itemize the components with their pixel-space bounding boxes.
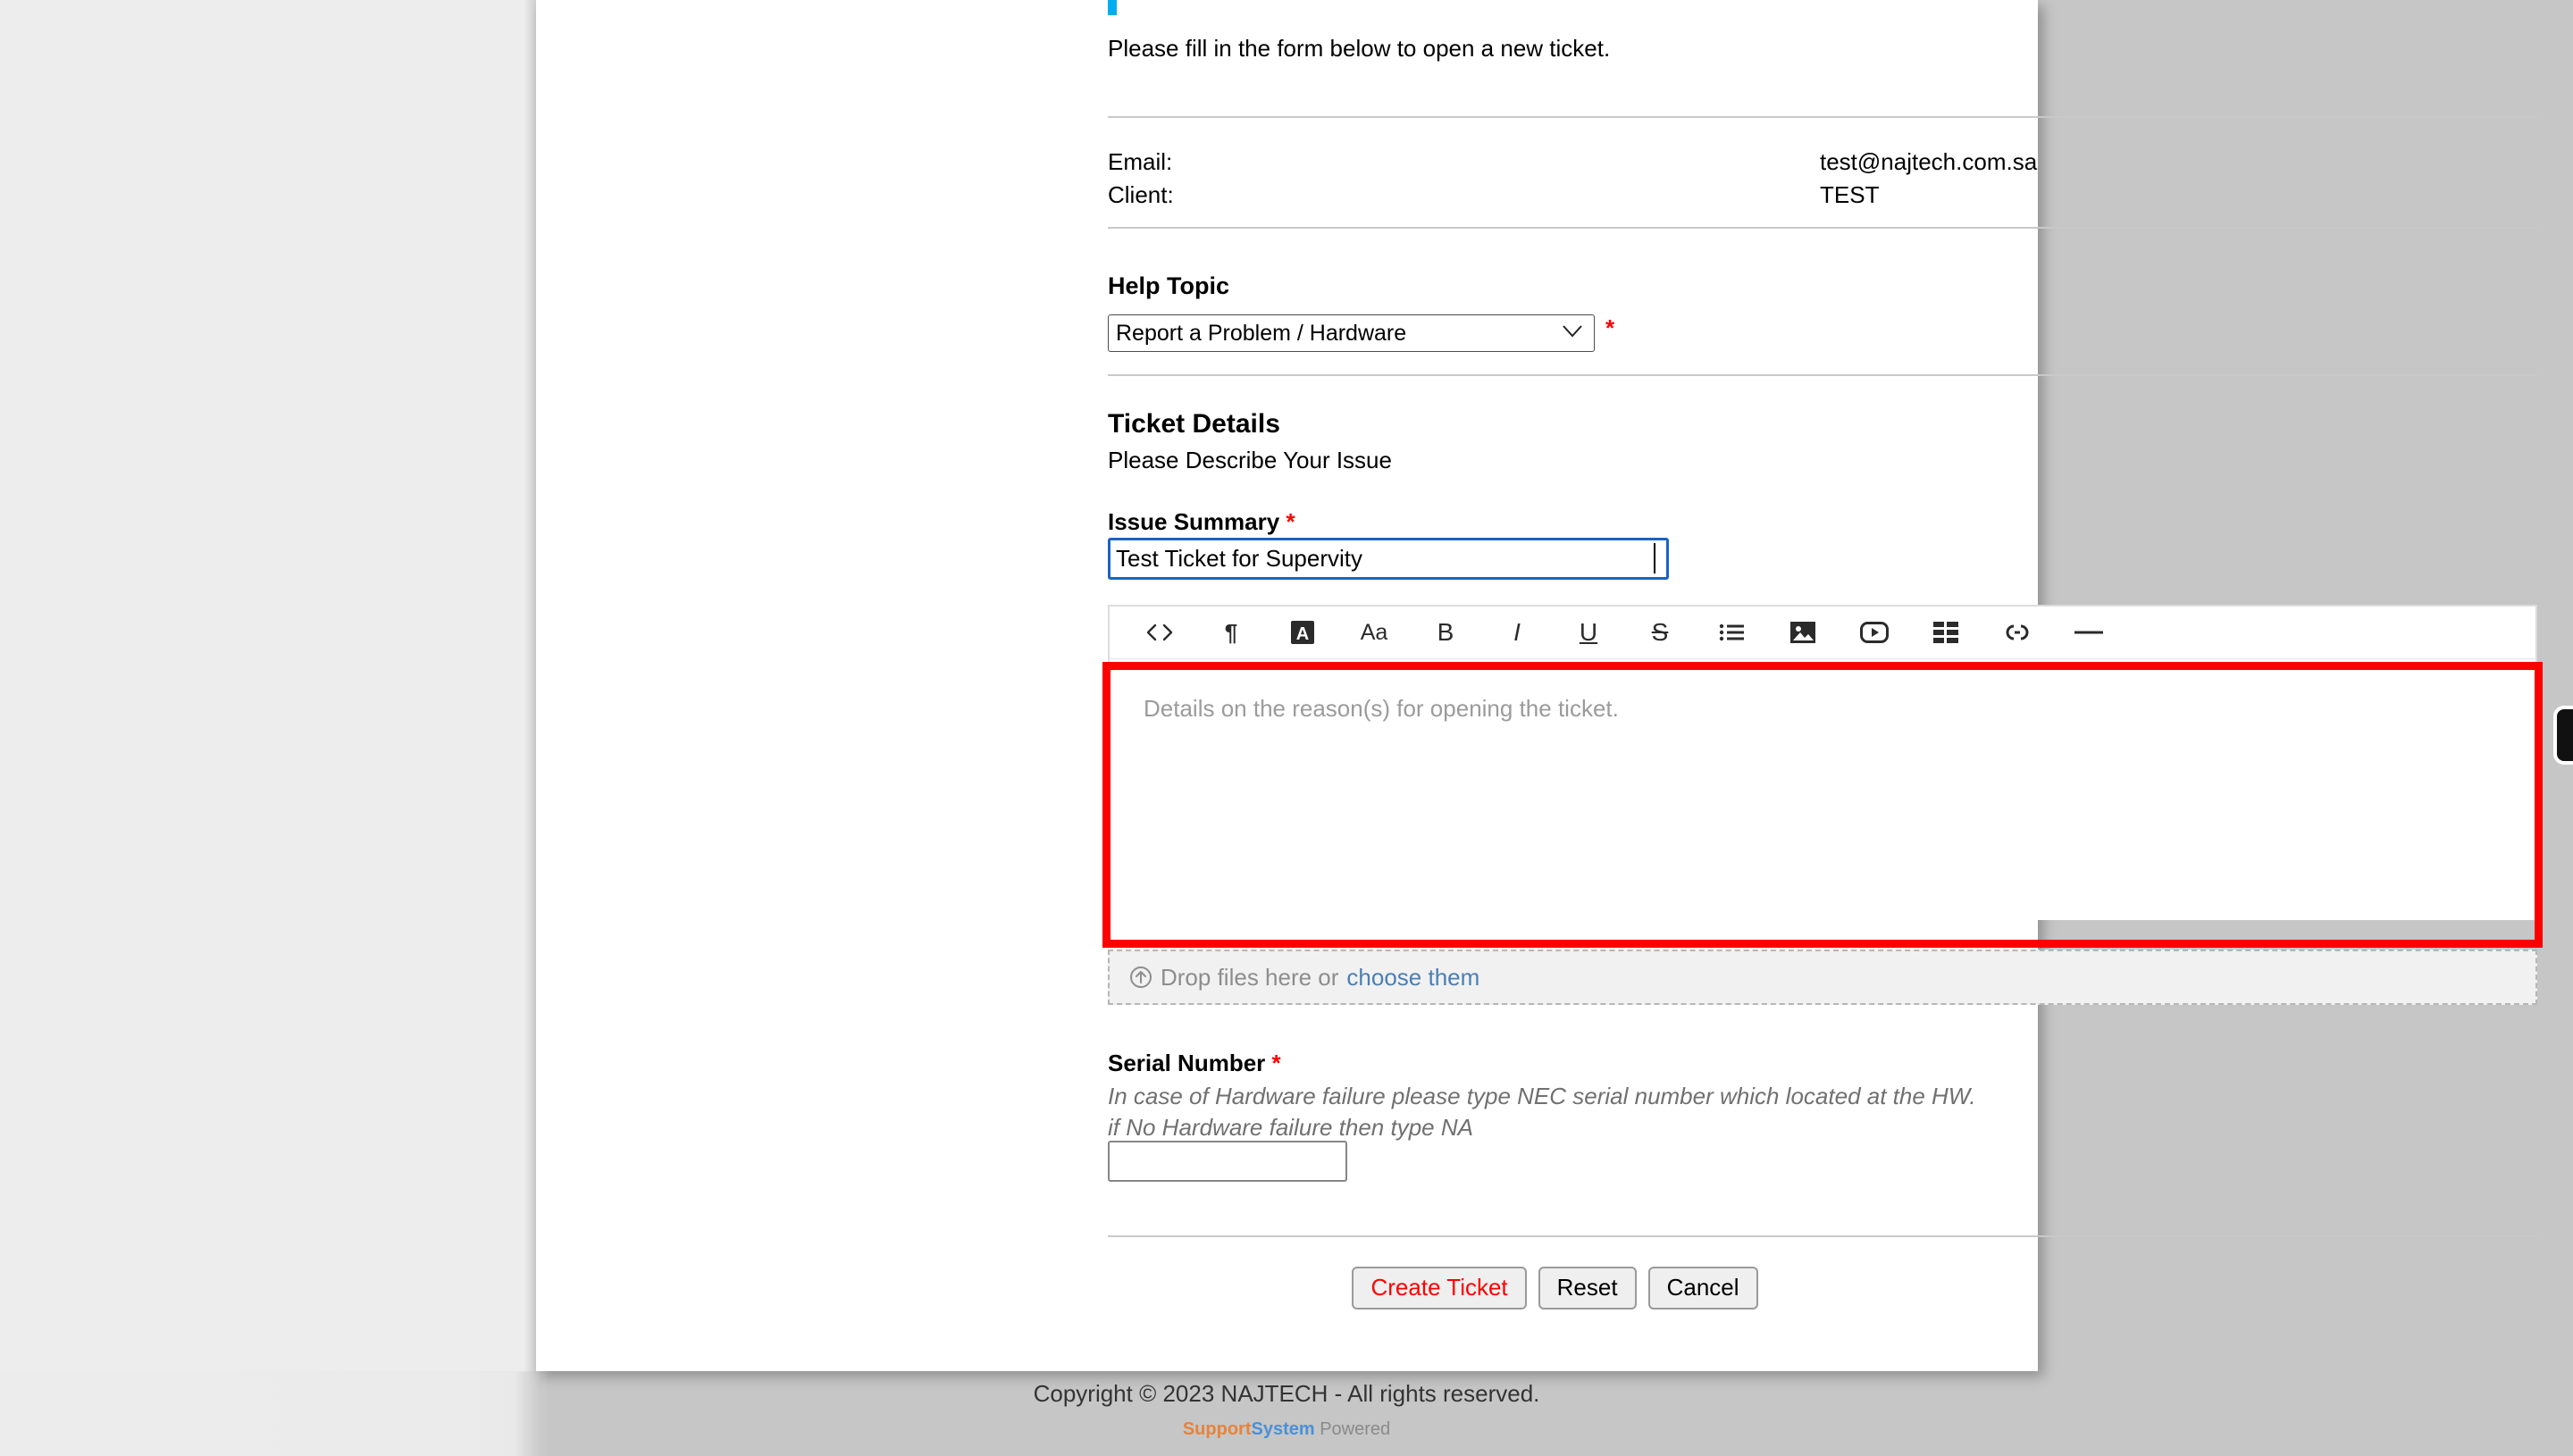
- email-label: Email:: [1108, 148, 1173, 175]
- ticket-details-subtitle: Please Describe Your Issue: [1108, 447, 1392, 473]
- rich-text-editor: ¶ A Aa B I U S Details on the reason(s) …: [1108, 605, 2537, 920]
- browser-viewport: Please fill in the form below to open a …: [0, 0, 2573, 1456]
- ticket-details-title: Ticket Details: [1108, 409, 1280, 439]
- divider-after-user-info: [1108, 227, 2537, 229]
- font-size-icon[interactable]: Aa: [1349, 612, 1399, 653]
- horizontal-rule-icon[interactable]: [2064, 612, 2114, 653]
- brand-system-text: System: [1251, 1419, 1315, 1440]
- link-icon[interactable]: [1992, 612, 2042, 653]
- powered-by-brand: SupportSystem Powered: [0, 1418, 2573, 1440]
- video-icon[interactable]: [1849, 612, 1899, 653]
- text-color-icon[interactable]: A: [1278, 612, 1328, 653]
- page-footer: Copyright © 2023 NAJTECH - All rights re…: [0, 1380, 2573, 1440]
- file-dropzone[interactable]: Drop files here or choose them: [1108, 950, 2537, 1005]
- divider-after-help-topic: [1108, 374, 2537, 376]
- paragraph-icon[interactable]: ¶: [1206, 612, 1256, 653]
- italic-icon[interactable]: I: [1492, 612, 1542, 653]
- divider-before-actions: [1108, 1235, 2537, 1237]
- serial-number-hint-line-1: In case of Hardware failure please type …: [1108, 1083, 1976, 1109]
- form-actions: Create Ticket Reset Cancel: [536, 1267, 2573, 1310]
- issue-summary-required-star: *: [1286, 508, 1295, 535]
- code-icon[interactable]: [1135, 612, 1185, 653]
- table-icon[interactable]: [1921, 612, 1971, 653]
- client-value: TEST: [1820, 181, 1880, 208]
- client-label: Client:: [1108, 181, 1174, 208]
- help-topic-select[interactable]: Report a Problem / Hardware: [1108, 314, 1595, 352]
- ticket-form-card: Please fill in the form below to open a …: [536, 0, 2543, 1371]
- create-ticket-button[interactable]: Create Ticket: [1352, 1267, 1527, 1310]
- brand-support-text: Support: [1182, 1419, 1252, 1440]
- brand-powered-text: Powered: [1320, 1419, 1391, 1440]
- help-topic-title: Help Topic: [1108, 272, 1230, 299]
- bullet-list-icon[interactable]: [1706, 612, 1756, 653]
- dropzone-text: Drop files here or: [1161, 963, 1339, 991]
- editor-placeholder-text: Details on the reason(s) for opening the…: [1144, 695, 1619, 722]
- issue-summary-label-text: Issue Summary: [1108, 508, 1280, 535]
- page-heading-fragment: [1108, 0, 1117, 15]
- issue-summary-label: Issue Summary *: [1108, 508, 1295, 536]
- upload-circle-icon: [1129, 966, 1152, 989]
- help-topic-select-wrapper[interactable]: Report a Problem / Hardware: [1108, 314, 1595, 352]
- serial-number-label-text: Serial Number: [1108, 1050, 1266, 1076]
- serial-number-input[interactable]: [1108, 1141, 1347, 1182]
- choose-files-link[interactable]: choose them: [1346, 964, 1479, 992]
- bold-icon[interactable]: B: [1421, 612, 1471, 653]
- right-edge-scroll-thumb[interactable]: [2553, 706, 2573, 765]
- email-value: test@najtech.com.sa: [1820, 148, 2038, 175]
- editor-toolbar: ¶ A Aa B I U S: [1108, 605, 2537, 659]
- strikethrough-icon[interactable]: S: [1635, 612, 1685, 653]
- svg-text:A: A: [1296, 624, 1309, 644]
- issue-summary-input[interactable]: [1108, 538, 1669, 580]
- serial-number-label: Serial Number *: [1108, 1050, 1281, 1077]
- help-topic-required-star: *: [1605, 314, 1615, 341]
- reset-button[interactable]: Reset: [1538, 1267, 1637, 1310]
- copyright-text: Copyright © 2023 NAJTECH - All rights re…: [1033, 1380, 1540, 1407]
- image-icon[interactable]: [1778, 612, 1828, 653]
- serial-number-required-star: *: [1271, 1050, 1281, 1076]
- divider-top: [1108, 116, 2537, 118]
- cancel-button[interactable]: Cancel: [1647, 1267, 1758, 1310]
- serial-number-hint-line-2: if No Hardware failure then type NA: [1108, 1114, 1473, 1141]
- page-background-left: [0, 0, 536, 1371]
- editor-content-area[interactable]: Details on the reason(s) for opening the…: [1108, 659, 2537, 920]
- underline-icon[interactable]: U: [1563, 612, 1613, 653]
- text-cursor: [1654, 543, 1655, 573]
- form-intro-text: Please fill in the form below to open a …: [1108, 35, 1611, 62]
